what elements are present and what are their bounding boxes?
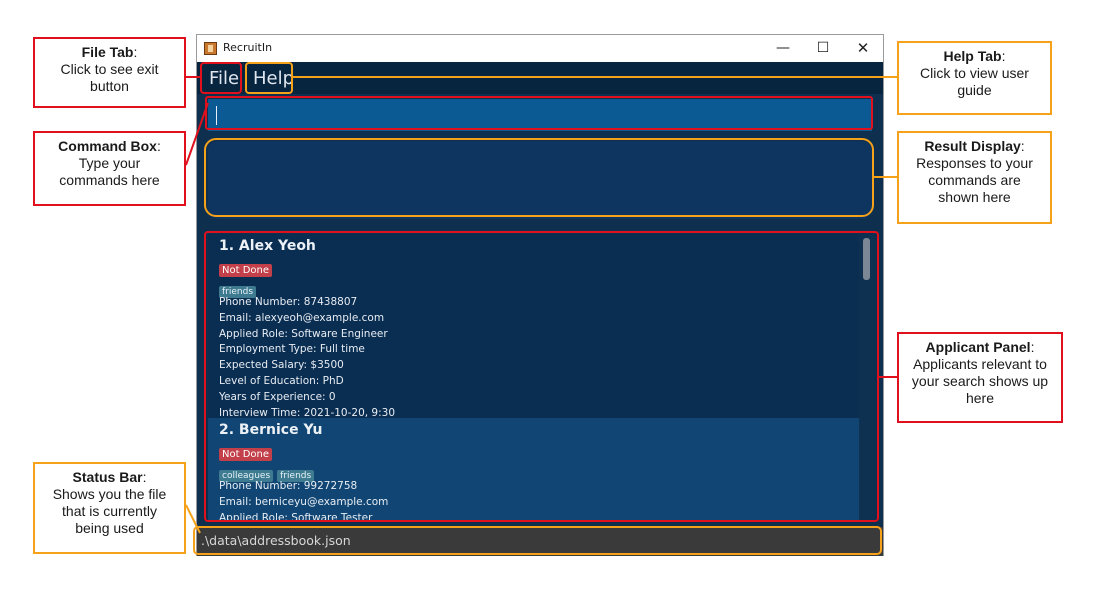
email-field: Email: alexyeoh@example.com [219,311,385,324]
callout-title: Command Box [58,138,157,154]
close-button[interactable]: ✕ [843,35,883,62]
maximize-button[interactable]: ☐ [803,35,843,62]
status-bar: .\data\addressbook.json [197,527,883,556]
text-caret [216,106,217,125]
salary-field: Expected Salary: $3500 [219,359,344,372]
callout-description: Click to see exit button [60,61,159,94]
status-badge: Not Done [219,448,273,461]
file-path: .\data\addressbook.json [201,533,351,548]
file-menu[interactable]: File [209,64,239,94]
status-bar-callout: Status Bar: Shows you the file that is c… [33,462,186,554]
callout-description: Applicants relevant to your search shows… [911,356,1049,406]
result-display-callout: Result Display: Responses to your comman… [897,131,1052,224]
role-field: Applied Role: Software Tester [219,511,373,522]
applicant-name: 2. Bernice Yu [219,422,323,438]
phone-field: Phone Number: 99272758 [219,480,358,492]
tag-list: friends [219,279,859,298]
callout-title: Help Tab [943,48,1002,64]
callout-title: Status Bar [72,469,143,485]
phone-field: Phone Number: 87438807 [219,296,358,308]
scrollbar-thumb[interactable] [863,238,870,280]
callout-description: Responses to your commands are shown her… [916,155,1033,205]
result-display [208,141,872,219]
title-bar: RecruitIn — ☐ ✕ [197,35,883,62]
file-tab-callout: File Tab: Click to see exit button [33,37,186,108]
command-input[interactable] [208,99,872,131]
callout-description: Click to view user guide [920,65,1029,98]
callout-title: Applicant Panel [925,339,1031,355]
employment-type-field: Employment Type: Full time [219,343,365,356]
callout-description: Shows you the file that is currently bei… [52,486,167,536]
command-box-callout: Command Box: Type your commands here [33,131,186,206]
help-menu[interactable]: Help [253,64,294,94]
callout-title: Result Display [924,138,1021,154]
status-badge: Not Done [219,264,273,277]
window-title: RecruitIn [223,41,273,54]
email-field: Email: berniceyu@example.com [219,495,389,508]
applicant-panel-callout: Applicant Panel: Applicants relevant to … [897,332,1063,423]
callout-description: Type your commands here [59,155,160,188]
app-logo-icon [204,42,217,55]
applicant-name: 1. Alex Yeoh [219,238,316,254]
callout-title: File Tab [81,44,134,60]
minimize-button[interactable]: — [763,35,803,62]
applicant-card[interactable]: 2. Bernice Yu Not Done colleagues friends… [208,418,859,522]
help-tab-callout: Help Tab: Click to view user guide [897,41,1052,115]
experience-field: Years of Experience: 0 [219,390,336,403]
applicant-card[interactable]: 1. Alex Yeoh Not Done friends Phone Numb… [208,234,859,419]
education-field: Level of Education: PhD [219,374,344,387]
applicant-list[interactable]: 1. Alex Yeoh Not Done friends Phone Numb… [208,234,875,522]
menu-bar: File Help [197,62,883,94]
role-field: Applied Role: Software Engineer [219,327,388,340]
app-window: RecruitIn — ☐ ✕ File Help 1. Alex Yeoh N… [196,34,884,556]
tag-list: colleagues friends [219,463,859,482]
